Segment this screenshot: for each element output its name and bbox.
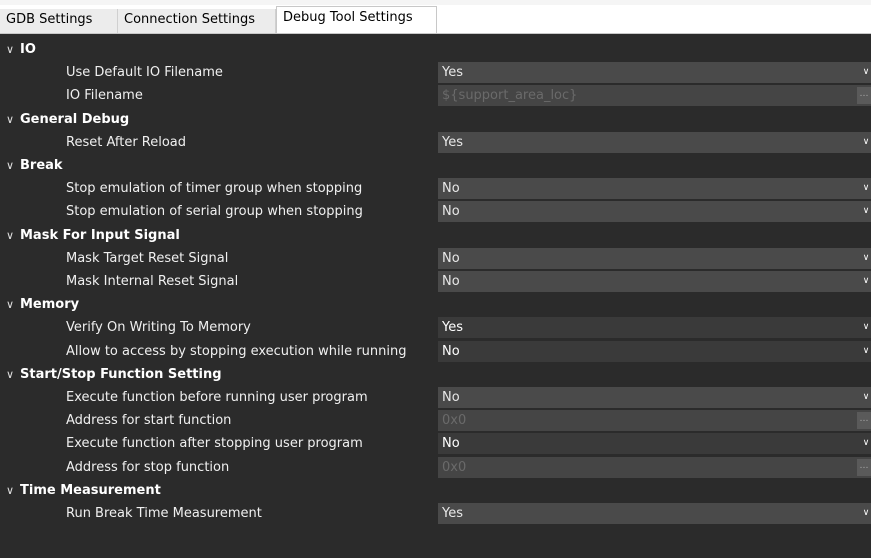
property-value-field: 0x0 … <box>438 410 871 431</box>
category-general-debug[interactable]: ∨ General Debug <box>0 108 871 131</box>
property-label: Mask Target Reset Signal <box>66 251 229 266</box>
property-row: Execute function before running user pro… <box>0 386 871 409</box>
category-label: Break <box>20 158 63 173</box>
ellipsis-icon: … <box>857 87 871 104</box>
property-value-dropdown[interactable]: No ∨ <box>438 387 871 408</box>
property-value: Yes <box>442 320 463 335</box>
property-row: Mask Internal Reset Signal No ∨ <box>0 270 871 293</box>
chevron-down-icon[interactable]: ∨ <box>4 154 16 177</box>
property-row: Mask Target Reset Signal No ∨ <box>0 247 871 270</box>
ellipsis-icon: … <box>857 459 871 476</box>
property-label: Execute function after stopping user pro… <box>66 436 363 451</box>
chevron-down-icon[interactable]: ∨ <box>4 108 16 131</box>
property-label: Use Default IO Filename <box>66 65 223 80</box>
tab-connection-settings[interactable]: Connection Settings <box>118 9 276 33</box>
tab-gdb-settings[interactable]: GDB Settings <box>0 9 118 33</box>
property-row: IO Filename ${support_area_loc} … <box>0 84 871 107</box>
property-label: Address for start function <box>66 413 232 428</box>
property-value-dropdown[interactable]: Yes ∨ <box>438 132 871 153</box>
property-label: Address for stop function <box>66 460 230 475</box>
category-break[interactable]: ∨ Break <box>0 154 871 177</box>
chevron-down-icon[interactable]: ∨ <box>4 293 16 316</box>
category-time-measurement[interactable]: ∨ Time Measurement <box>0 479 871 502</box>
property-value: Yes <box>442 506 463 521</box>
property-label: Reset After Reload <box>66 135 187 150</box>
property-grid: ∨ IO Use Default IO Filename Yes ∨ IO Filenam… <box>0 34 871 558</box>
property-label: IO Filename <box>66 88 143 103</box>
property-value: Yes <box>442 135 463 150</box>
category-memory[interactable]: ∨ Memory <box>0 293 871 316</box>
property-label: Mask Internal Reset Signal <box>66 274 239 289</box>
property-row: Allow to access by stopping execution wh… <box>0 340 871 363</box>
dropdown-arrow-icon[interactable]: ∨ <box>861 317 871 338</box>
category-label: General Debug <box>20 112 130 127</box>
property-value: 0x0 <box>442 460 467 475</box>
property-value-dropdown[interactable]: Yes ∨ <box>438 317 871 338</box>
dropdown-arrow-icon[interactable]: ∨ <box>861 132 871 153</box>
property-row: Use Default IO Filename Yes ∨ <box>0 61 871 84</box>
category-start-stop-function-setting[interactable]: ∨ Start/Stop Function Setting <box>0 363 871 386</box>
property-row: Address for start function 0x0 … <box>0 409 871 432</box>
property-row: Verify On Writing To Memory Yes ∨ <box>0 316 871 339</box>
property-value-dropdown[interactable]: No ∨ <box>438 178 871 199</box>
property-value-dropdown[interactable]: No ∨ <box>438 248 871 269</box>
property-value-dropdown[interactable]: No ∨ <box>438 201 871 222</box>
property-row: Stop emulation of timer group when stopp… <box>0 177 871 200</box>
property-value-dropdown[interactable]: No ∨ <box>438 271 871 292</box>
dropdown-arrow-icon[interactable]: ∨ <box>861 201 871 222</box>
category-label: Memory <box>20 297 80 312</box>
property-value-dropdown[interactable]: No ∨ <box>438 433 871 454</box>
property-row: Stop emulation of serial group when stop… <box>0 200 871 223</box>
property-value-dropdown[interactable]: Yes ∨ <box>438 62 871 83</box>
ellipsis-icon: … <box>857 412 871 429</box>
property-label: Stop emulation of serial group when stop… <box>66 204 363 219</box>
property-label: Execute function before running user pro… <box>66 390 368 405</box>
tab-debug-tool-settings[interactable]: Debug Tool Settings <box>276 6 437 34</box>
property-value: No <box>442 344 460 359</box>
dropdown-arrow-icon[interactable]: ∨ <box>861 271 871 292</box>
property-value: No <box>442 251 460 266</box>
chevron-down-icon[interactable]: ∨ <box>4 38 16 61</box>
dropdown-arrow-icon[interactable]: ∨ <box>861 178 871 199</box>
property-value-field: 0x0 … <box>438 457 871 478</box>
property-label: Stop emulation of timer group when stopp… <box>66 181 363 196</box>
property-label: Run Break Time Measurement <box>66 506 262 521</box>
category-label: Mask For Input Signal <box>20 228 180 243</box>
property-row: Reset After Reload Yes ∨ <box>0 131 871 154</box>
property-value: No <box>442 181 460 196</box>
chevron-down-icon[interactable]: ∨ <box>4 224 16 247</box>
category-mask-for-input-signal[interactable]: ∨ Mask For Input Signal <box>0 224 871 247</box>
property-value: ${support_area_loc} <box>442 88 578 103</box>
tab-bar: GDB Settings Connection Settings Debug T… <box>0 0 871 34</box>
dropdown-arrow-icon[interactable]: ∨ <box>861 248 871 269</box>
chevron-down-icon[interactable]: ∨ <box>4 363 16 386</box>
property-value-dropdown[interactable]: Yes ∨ <box>438 503 871 524</box>
property-value-dropdown[interactable]: No ∨ <box>438 341 871 362</box>
property-row: Address for stop function 0x0 … <box>0 456 871 479</box>
category-label: IO <box>20 42 36 57</box>
property-value: No <box>442 390 460 405</box>
property-value: No <box>442 204 460 219</box>
chevron-down-icon[interactable]: ∨ <box>4 479 16 502</box>
dropdown-arrow-icon[interactable]: ∨ <box>861 433 871 454</box>
property-value: No <box>442 274 460 289</box>
property-row: Run Break Time Measurement Yes ∨ <box>0 502 871 525</box>
category-label: Time Measurement <box>20 483 161 498</box>
property-value: 0x0 <box>442 413 467 428</box>
property-value: Yes <box>442 65 463 80</box>
dropdown-arrow-icon[interactable]: ∨ <box>861 503 871 524</box>
property-value-field: ${support_area_loc} … <box>438 85 871 106</box>
dropdown-arrow-icon[interactable]: ∨ <box>861 387 871 408</box>
dropdown-arrow-icon[interactable]: ∨ <box>861 62 871 83</box>
dropdown-arrow-icon[interactable]: ∨ <box>861 341 871 362</box>
property-label: Allow to access by stopping execution wh… <box>66 344 407 359</box>
property-label: Verify On Writing To Memory <box>66 320 251 335</box>
category-io[interactable]: ∨ IO <box>0 38 871 61</box>
property-row: Execute function after stopping user pro… <box>0 432 871 455</box>
category-label: Start/Stop Function Setting <box>20 367 222 382</box>
property-value: No <box>442 436 460 451</box>
